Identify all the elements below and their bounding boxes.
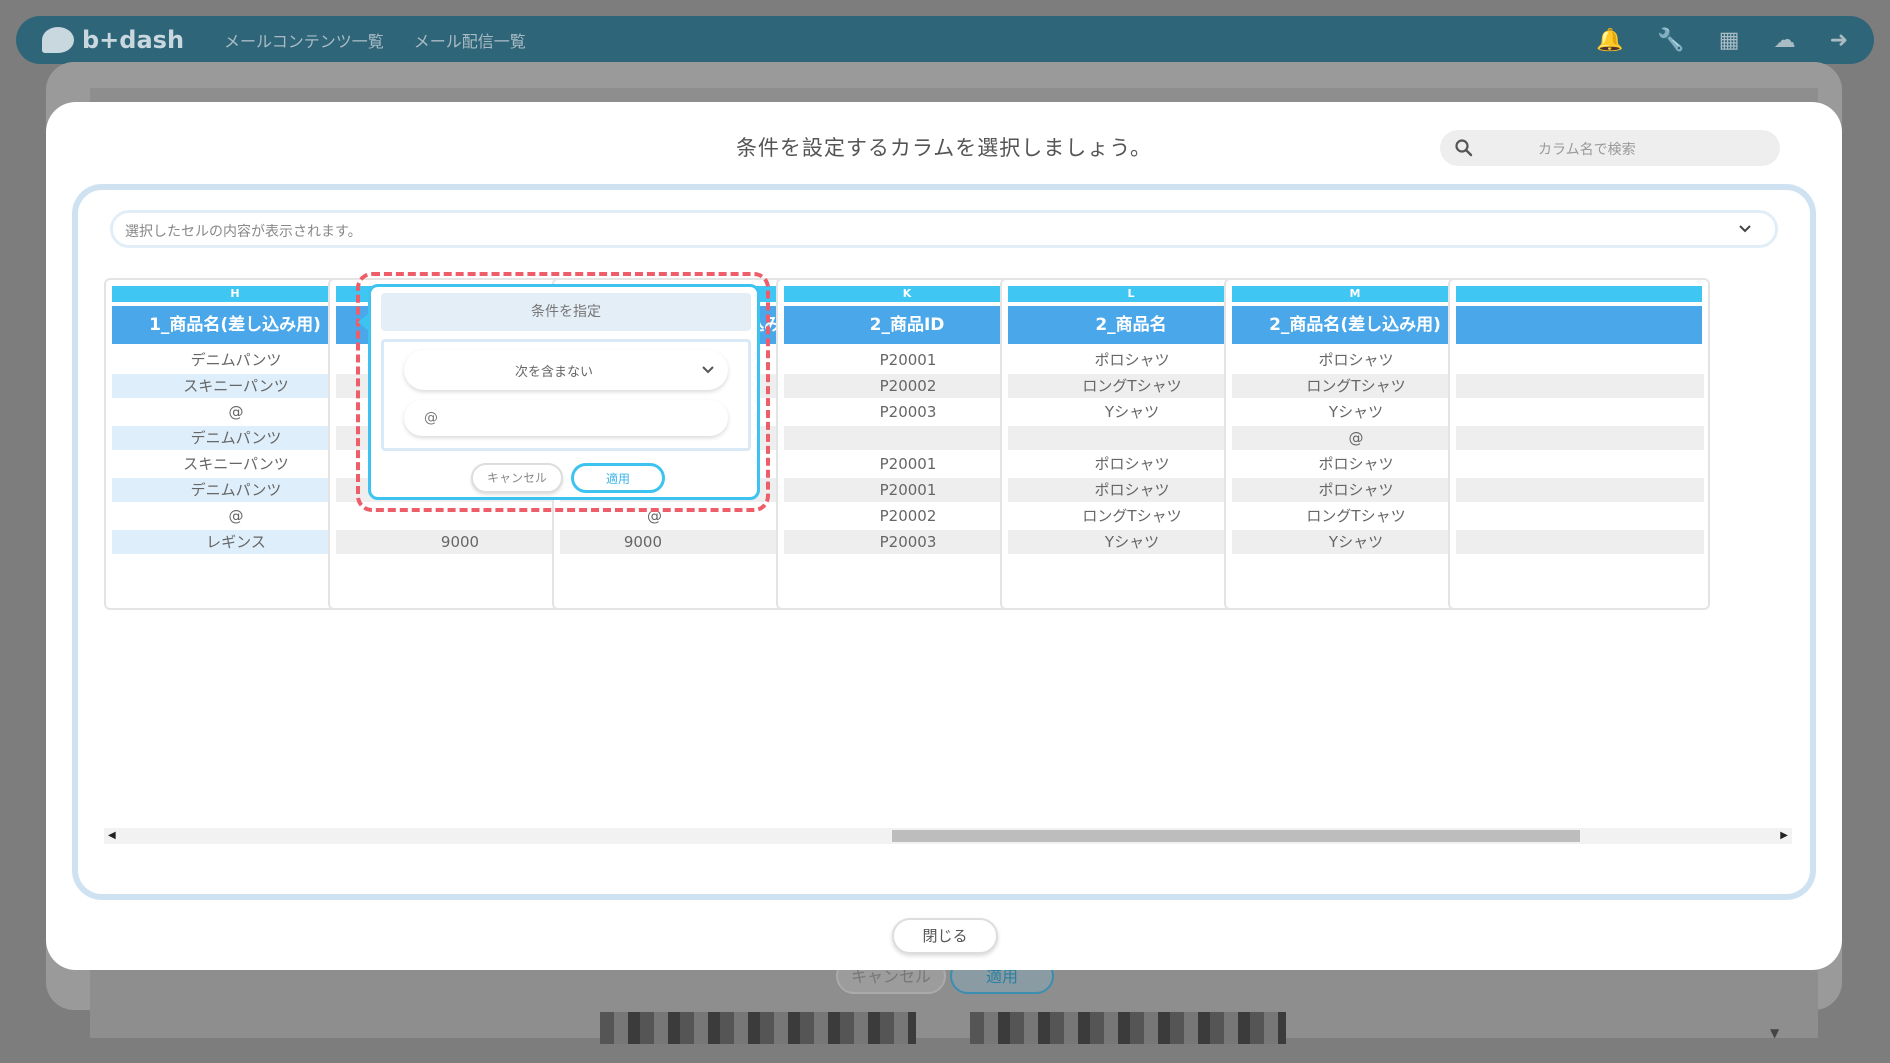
column-cell[interactable]: P20003 (784, 400, 1032, 424)
condition-popover-highlight: 条件を指定 次を含まない @ キャンセル 適用 (356, 272, 770, 512)
search-icon (1455, 139, 1473, 157)
column-cell[interactable]: 9000 (336, 530, 584, 554)
operator-value: 次を含まない (514, 365, 593, 380)
column-name[interactable] (1456, 306, 1702, 344)
background-image (970, 1012, 1286, 1044)
chevron-down-icon: ▼ (1770, 1026, 1780, 1040)
column-cell[interactable]: Yシャツ (1232, 400, 1480, 424)
column-cell[interactable] (1008, 426, 1256, 450)
horizontal-scrollbar[interactable]: ◀ ▶ (104, 828, 1792, 844)
app-logo[interactable]: b+dash (42, 26, 184, 54)
column-cell[interactable]: スキニーパンツ (112, 452, 360, 476)
logout-icon[interactable]: ➜ (1830, 28, 1848, 53)
column-card[interactable]: M 2_商品名(差し込み用) ポロシャツ ロングTシャツ Yシャツ @ ポロシャツ ポロシャツ… (1224, 278, 1486, 610)
condition-value-input[interactable]: @ (404, 400, 728, 436)
column-cell[interactable]: ポロシャツ (1232, 478, 1480, 502)
scroll-right-icon[interactable]: ▶ (1780, 828, 1788, 844)
column-cell[interactable]: P20001 (784, 348, 1032, 372)
column-cell[interactable]: デニムパンツ (112, 348, 360, 372)
chevron-down-icon (702, 366, 714, 374)
chevron-down-icon[interactable] (1737, 221, 1753, 237)
column-cell[interactable]: P20002 (784, 374, 1032, 398)
bell-icon[interactable]: 🔔 (1596, 28, 1623, 53)
nav-mail-contents[interactable]: メールコンテンツ一覧 (224, 28, 384, 52)
operator-select[interactable]: 次を含まない (404, 350, 728, 390)
popover-cancel-button[interactable]: キャンセル (471, 463, 563, 493)
column-cell[interactable]: P20001 (784, 478, 1032, 502)
column-select-modal: 条件を設定するカラムを選択しましょう。 カラム名で検索 選択したセルの内容が表示… (46, 102, 1842, 970)
column-letter (1456, 286, 1702, 302)
column-cell[interactable] (1456, 400, 1704, 424)
column-name[interactable]: 1_商品名(差し込み用) (112, 306, 358, 344)
popover-title: 条件を指定 (381, 293, 751, 331)
cell-display-placeholder: 選択したセルの内容が表示されます。 (125, 224, 362, 240)
header-icons: 🔔 🔧 ▦ ☁ ➜ (1596, 28, 1848, 53)
nav-mail-delivery[interactable]: メール配信一覧 (414, 28, 526, 52)
chat-icon[interactable]: ☁ (1774, 28, 1796, 53)
column-card[interactable] (1448, 278, 1710, 610)
column-letter: L (1008, 286, 1254, 302)
column-letter: K (784, 286, 1030, 302)
column-cell[interactable]: スキニーパンツ (112, 374, 360, 398)
grid-icon[interactable]: ▦ (1719, 28, 1740, 53)
column-cell[interactable]: ポロシャツ (1008, 348, 1256, 372)
column-cell[interactable]: P20001 (784, 452, 1032, 476)
column-name[interactable]: 2_商品名(差し込み用) (1232, 306, 1478, 344)
column-cell[interactable]: @ (112, 400, 360, 424)
column-search-input[interactable]: カラム名で検索 (1440, 130, 1780, 166)
column-frame: 選択したセルの内容が表示されます。 H 1_商品名(差し込み用) デニムパンツ スキニ… (72, 184, 1816, 900)
column-cell[interactable] (1456, 374, 1704, 398)
column-name[interactable]: 2_商品名 (1008, 306, 1254, 344)
background-image (600, 1012, 916, 1044)
column-cell[interactable] (784, 426, 1032, 450)
column-cell[interactable]: Yシャツ (1008, 530, 1256, 554)
column-cell[interactable]: @ (112, 504, 360, 528)
column-cell[interactable] (1456, 426, 1704, 450)
column-cell[interactable] (1456, 348, 1704, 372)
search-placeholder: カラム名で検索 (1538, 142, 1636, 158)
column-cell[interactable]: Yシャツ (1008, 400, 1256, 424)
column-name[interactable]: 2_商品ID (784, 306, 1030, 344)
cell-content-display[interactable]: 選択したセルの内容が表示されます。 (110, 210, 1778, 248)
column-cell[interactable] (1456, 478, 1704, 502)
column-cell[interactable]: ロングTシャツ (1232, 374, 1480, 398)
column-card[interactable]: H 1_商品名(差し込み用) デニムパンツ スキニーパンツ @ デニムパンツ スキニーパンツ… (104, 278, 366, 610)
column-cell[interactable] (1456, 504, 1704, 528)
column-letter: H (112, 286, 358, 302)
column-cell[interactable] (1456, 452, 1704, 476)
column-cell[interactable]: Yシャツ (1232, 530, 1480, 554)
column-cell[interactable]: @ (1232, 426, 1480, 450)
column-cell[interactable]: ポロシャツ (1008, 478, 1256, 502)
column-cell[interactable]: ロングTシャツ (1232, 504, 1480, 528)
scrollbar-thumb[interactable] (892, 830, 1580, 842)
column-cell[interactable]: 9000 (560, 530, 808, 554)
column-cell[interactable]: レギンス (112, 530, 360, 554)
column-cell[interactable]: デニムパンツ (112, 478, 360, 502)
logo-icon (42, 27, 74, 53)
column-cell[interactable] (1456, 530, 1704, 554)
column-cell[interactable]: デニムパンツ (112, 426, 360, 450)
wrench-icon[interactable]: 🔧 (1657, 28, 1684, 53)
condition-popover: 条件を指定 次を含まない @ キャンセル 適用 (358, 284, 760, 500)
column-cell[interactable]: P20003 (784, 530, 1032, 554)
column-cell[interactable]: ロングTシャツ (1008, 374, 1256, 398)
app-header: b+dash メールコンテンツ一覧 メール配信一覧 🔔 🔧 ▦ ☁ ➜ (16, 16, 1874, 64)
popover-apply-button[interactable]: 適用 (571, 463, 665, 493)
popover-pointer (358, 312, 370, 332)
column-cell[interactable]: ポロシャツ (1008, 452, 1256, 476)
column-cell[interactable]: ポロシャツ (1232, 452, 1480, 476)
column-letter: M (1232, 286, 1478, 302)
column-card[interactable]: K 2_商品ID P20001 P20002 P20003 P20001 P20001 P20… (776, 278, 1038, 610)
column-cell[interactable]: ロングTシャツ (1008, 504, 1256, 528)
column-cell[interactable]: P20002 (784, 504, 1032, 528)
column-cell[interactable]: ポロシャツ (1232, 348, 1480, 372)
logo-text: b+dash (82, 26, 185, 54)
close-button[interactable]: 閉じる (892, 918, 998, 954)
condition-fields: 次を含まない @ (381, 339, 751, 451)
scroll-left-icon[interactable]: ◀ (108, 828, 116, 844)
column-card[interactable]: L 2_商品名 ポロシャツ ロングTシャツ Yシャツ ポロシャツ ポロシャツ ロングTシャツ Y… (1000, 278, 1262, 610)
